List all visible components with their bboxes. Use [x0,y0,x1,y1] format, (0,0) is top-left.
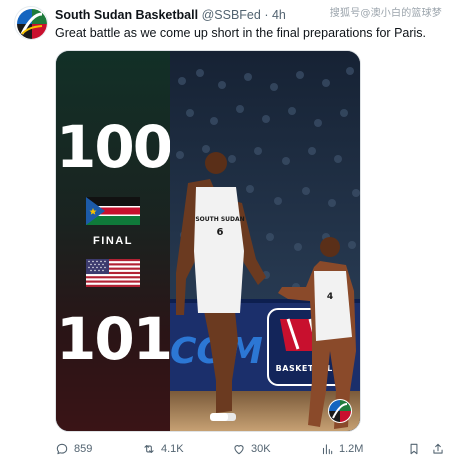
reply-button[interactable]: 859 [55,442,92,456]
reply-count: 859 [74,443,93,455]
views-chart-icon [322,444,333,455]
bookmark-button[interactable] [407,442,421,456]
reply-icon [56,443,68,455]
views-count: 1.2M [339,443,364,455]
tweet-actions-bar: 859 4.1K 30K 1.2M [55,442,445,460]
ssb-logo-icon [17,9,47,39]
share-button[interactable] [431,442,445,456]
share-icon [433,443,443,454]
tweet-media-image[interactable]: 100 FINAL 101 BASKETBALL SOUTH SUDAN 6 4 [55,50,361,432]
score-panel: 100 FINAL 101 [56,51,173,431]
like-count: 30K [251,443,271,455]
south-sudan-flag-icon [86,197,140,225]
game-photo: COM BASKETBALL SOUTH SUDAN 6 4 [170,51,360,431]
timestamp[interactable]: 4h [272,8,286,22]
profile-avatar[interactable] [14,6,48,40]
svg-text:4: 4 [327,292,333,302]
team-bottom-score: 101 [56,305,173,373]
media-watermark-logo-icon [328,399,352,423]
like-button[interactable]: 30K [232,442,271,456]
repost-count: 4.1K [161,443,184,455]
tweet-text: Great battle as we come up short in the … [55,26,427,40]
team-top-score: 100 [56,113,173,181]
heart-icon [234,445,244,455]
display-name[interactable]: South Sudan Basketball [55,8,198,22]
court-banner-text-right: BASKETBALL [276,364,339,373]
tweet-header: South Sudan Basketball @SSBFed · 4h [55,8,286,22]
header-separator: · [264,8,269,22]
svg-text:6: 6 [217,227,224,238]
watermark-text: 搜狐号@澳小白的篮球梦 [329,8,442,19]
user-handle[interactable]: @SSBFed [202,8,261,22]
usa-flag-icon [86,259,140,287]
repost-icon [144,444,154,454]
views-button[interactable]: 1.2M [320,442,363,456]
jersey-text: SOUTH SUDAN [195,216,244,223]
game-status: FINAL [93,235,133,247]
repost-button[interactable]: 4.1K [142,442,184,456]
bookmark-icon [410,443,418,455]
